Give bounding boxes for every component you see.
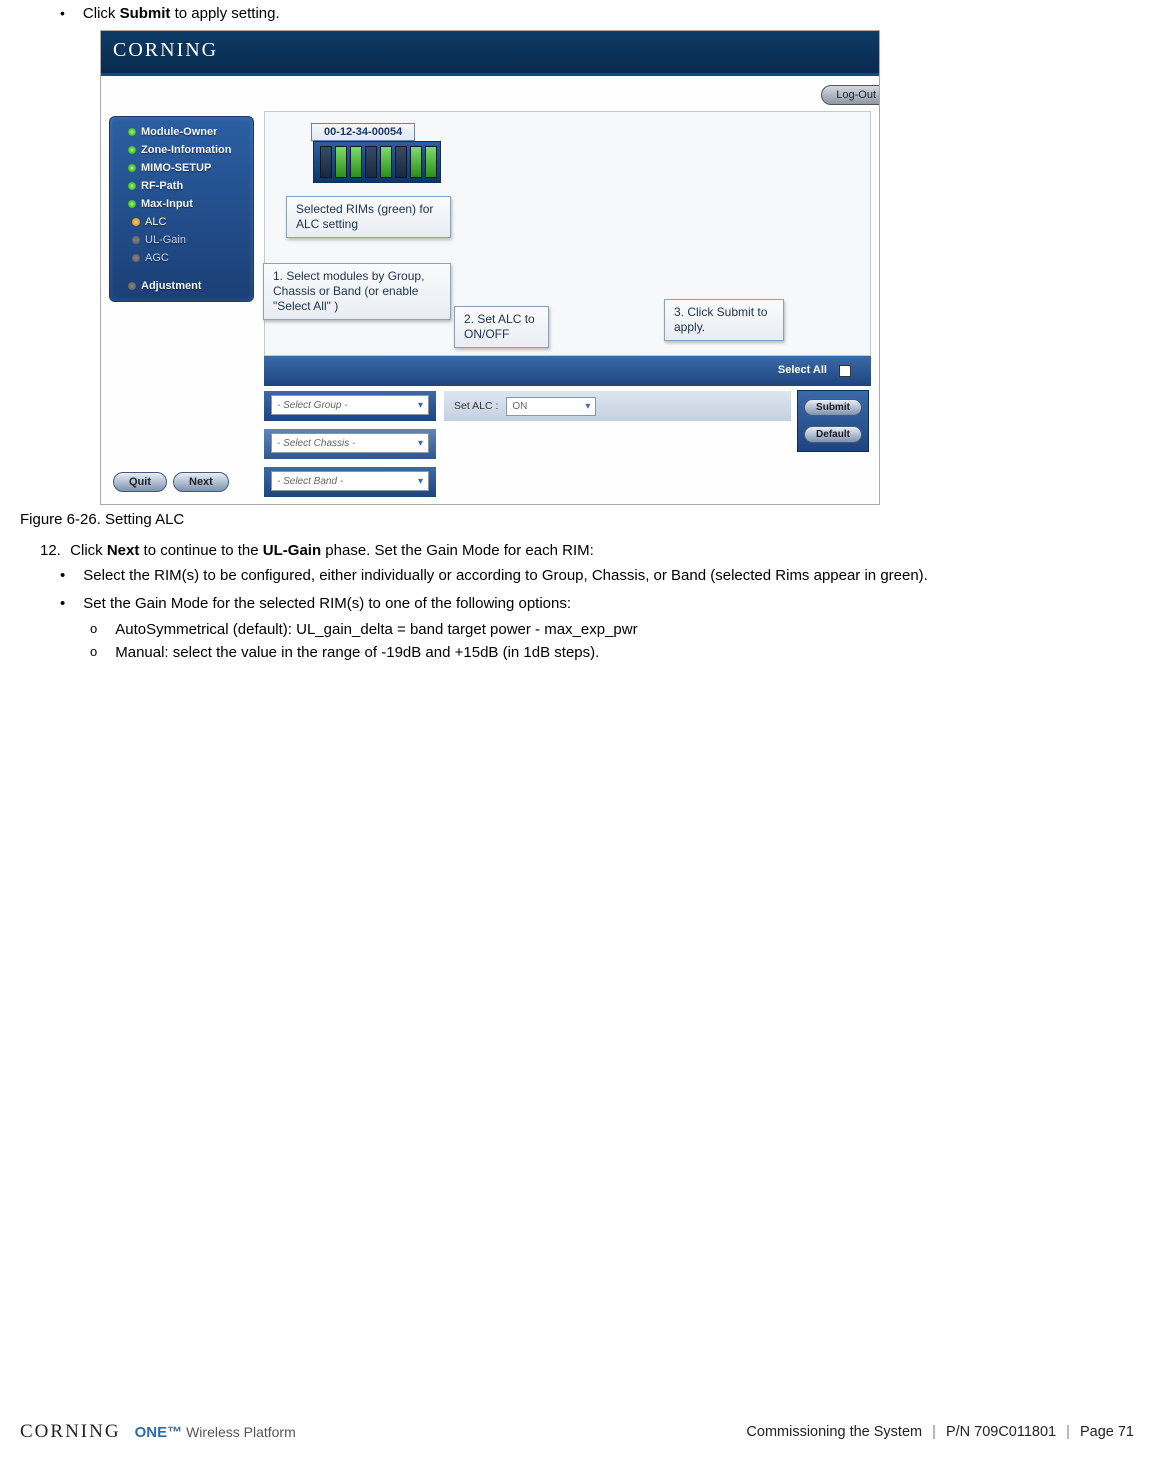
quit-button[interactable]: Quit (113, 472, 167, 492)
bullet-dot-icon: • (60, 565, 65, 587)
page-footer: CORNING ONE™ Wireless Platform Commissio… (20, 1421, 1134, 1443)
option-auto: o AutoSymmetrical (default): UL_gain_del… (90, 621, 1134, 638)
submit-button[interactable]: Submit (804, 399, 862, 416)
step12-b1: Next (107, 542, 140, 559)
next-button[interactable]: Next (173, 472, 229, 492)
step12-b2: UL-Gain (263, 542, 321, 559)
circle-bullet-icon: o (90, 644, 97, 661)
instr-bold: Submit (120, 5, 171, 22)
footer-page: Page 71 (1080, 1424, 1134, 1440)
filter-dropdowns: - Select Group - - Select Chassis - - Se… (264, 391, 436, 497)
rim-slot[interactable] (320, 146, 332, 178)
instruction-bullet: • Click Submit to apply setting. (60, 5, 1134, 22)
rim-chassis (313, 141, 441, 183)
wizard-nav-buttons: Quit Next (113, 472, 229, 492)
rim-slot-selected[interactable] (335, 146, 347, 178)
sidebar-sub-agc[interactable]: AGC (110, 249, 253, 267)
sidebar-item-rf-path[interactable]: RF-Path (110, 177, 253, 195)
figure-caption: Figure 6-26. Setting ALC (20, 511, 1134, 528)
step12-p3: phase. Set the Gain Mode for each RIM: (321, 542, 594, 559)
app-header: CORNING (101, 31, 879, 73)
callout-step2: 2. Set ALC to ON/OFF (454, 306, 549, 348)
set-alc-label: Set ALC : (454, 400, 498, 412)
select-band-dropdown[interactable]: - Select Band - (271, 471, 429, 491)
circle-bullet-icon: o (90, 621, 97, 638)
rim-slot-selected[interactable] (425, 146, 437, 178)
footer-one-logo: ONE™ (135, 1424, 183, 1441)
step-12: 12. Click Next to continue to the UL-Gai… (40, 542, 1134, 559)
select-all-bar: Select All (264, 356, 871, 386)
rim-slot[interactable] (395, 146, 407, 178)
rim-slot-selected[interactable] (410, 146, 422, 178)
set-alc-row: Set ALC : ON (444, 391, 791, 421)
option-auto-text: AutoSymmetrical (default): UL_gain_delta… (115, 621, 637, 638)
footer-one-sub: Wireless Platform (186, 1424, 296, 1440)
callout-selected-rims: Selected RIMs (green) for ALC setting (286, 196, 451, 238)
footer-separator: | (932, 1424, 936, 1440)
callout-step3: 3. Click Submit to apply. (664, 299, 784, 341)
sidebar-item-adjustment[interactable]: Adjustment (110, 277, 253, 295)
footer-right: Commissioning the System | P/N 709C01180… (746, 1424, 1134, 1440)
sidebar-item-max-input[interactable]: Max-Input (110, 195, 253, 213)
footer-section: Commissioning the System (746, 1424, 922, 1440)
set-alc-dropdown[interactable]: ON (506, 397, 596, 416)
option-manual-text: Manual: select the value in the range of… (115, 644, 599, 661)
sidebar-sub-ul-gain[interactable]: UL-Gain (110, 231, 253, 249)
figure-screenshot: CORNING Log-Out Module-Owner Zone-Inform… (100, 30, 880, 505)
sidebar-sub-alc[interactable]: ALC (110, 213, 253, 231)
footer-pn: P/N 709C011801 (946, 1424, 1056, 1440)
logout-button[interactable]: Log-Out (821, 85, 880, 105)
rim-slot-selected[interactable] (350, 146, 362, 178)
bullet-dot-icon: • (60, 5, 65, 21)
instr-suffix: to apply setting. (170, 5, 279, 22)
default-button[interactable]: Default (804, 426, 862, 443)
select-chassis-dropdown[interactable]: - Select Chassis - (271, 433, 429, 453)
brand-logo: CORNING (113, 39, 218, 61)
rim-slot[interactable] (365, 146, 377, 178)
sub-bullet-text-1: Select the RIM(s) to be configured, eith… (83, 565, 928, 587)
sidebar-item-zone-info[interactable]: Zone-Information (110, 141, 253, 159)
footer-separator: | (1066, 1424, 1070, 1440)
step-number: 12. (40, 542, 66, 559)
footer-corning-logo: CORNING (20, 1421, 121, 1443)
step12-p2: to continue to the (139, 542, 262, 559)
select-all-label: Select All (778, 364, 827, 376)
callout-step1: 1. Select modules by Group, Chassis or B… (263, 263, 451, 320)
select-group-dropdown[interactable]: - Select Group - (271, 395, 429, 415)
sub-bullet-gain-mode: • Set the Gain Mode for the selected RIM… (60, 593, 1134, 615)
sub-bullet-select-rim: • Select the RIM(s) to be configured, ei… (60, 565, 1134, 587)
chassis-mac-label: 00-12-34-00054 (311, 123, 415, 141)
rim-slot-selected[interactable] (380, 146, 392, 178)
sub-bullet-text-2: Set the Gain Mode for the selected RIM(s… (83, 593, 571, 615)
step12-p1: Click (70, 542, 107, 559)
option-manual: o Manual: select the value in the range … (90, 644, 1134, 661)
wizard-sidebar: Module-Owner Zone-Information MIMO-SETUP… (109, 116, 254, 302)
sidebar-item-module-owner[interactable]: Module-Owner (110, 123, 253, 141)
action-panel: Submit Default (797, 390, 869, 452)
sidebar-item-mimo-setup[interactable]: MIMO-SETUP (110, 159, 253, 177)
select-all-checkbox[interactable] (839, 365, 851, 377)
bullet-dot-icon: • (60, 593, 65, 615)
instr-prefix: Click (83, 5, 120, 22)
